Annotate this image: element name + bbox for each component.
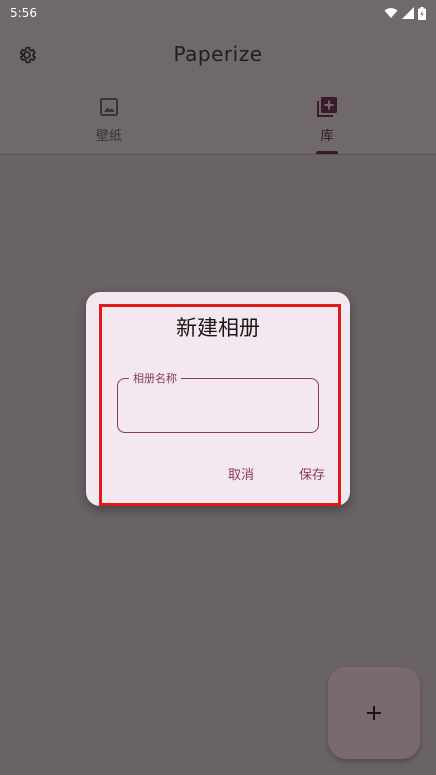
image-icon <box>98 96 120 118</box>
signal-icon <box>402 7 414 19</box>
status-time: 5:56 <box>10 6 37 20</box>
tab-label: 库 <box>320 129 334 144</box>
plus-icon <box>367 706 381 720</box>
battery-icon <box>418 6 426 20</box>
tab-bar: 壁纸 库 <box>0 86 436 155</box>
album-name-label: 相册名称 <box>129 370 181 386</box>
save-button[interactable]: 保存 <box>299 464 325 483</box>
new-album-dialog: 新建相册 相册名称 取消 保存 <box>86 292 350 506</box>
tab-label: 壁纸 <box>95 129 122 144</box>
album-name-input[interactable] <box>128 393 308 417</box>
add-album-button[interactable] <box>328 667 420 759</box>
wifi-icon <box>384 8 398 18</box>
dialog-title: 新建相册 <box>176 316 260 340</box>
status-bar: 5:56 <box>0 0 436 26</box>
tab-library[interactable]: 库 <box>218 86 436 154</box>
status-icons <box>384 6 426 20</box>
app-title: Paperize <box>173 42 263 66</box>
app-bar: Paperize <box>0 26 436 86</box>
cancel-button[interactable]: 取消 <box>228 464 254 483</box>
tab-wallpaper[interactable]: 壁纸 <box>0 86 218 154</box>
album-name-field[interactable]: 相册名称 <box>117 370 319 433</box>
library-add-icon <box>316 96 338 118</box>
tab-active-indicator <box>316 151 338 154</box>
